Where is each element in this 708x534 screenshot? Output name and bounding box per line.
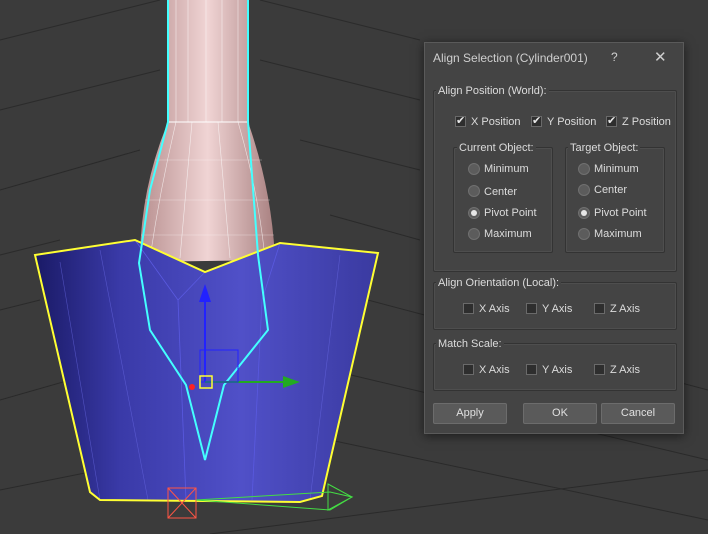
dialog-titlebar[interactable]: Align Selection (Cylinder001) ? ✕ bbox=[425, 43, 683, 73]
orientation-y-axis-checkbox[interactable] bbox=[526, 303, 537, 314]
current-pivot-point-radio[interactable] bbox=[468, 207, 480, 219]
y-position-checkbox[interactable]: ✔ bbox=[531, 115, 542, 127]
scale-y-axis-checkbox[interactable] bbox=[526, 364, 537, 375]
current-center-radio[interactable] bbox=[468, 185, 480, 197]
apply-button[interactable]: Apply bbox=[433, 403, 507, 424]
checkmark-icon: ✔ bbox=[532, 115, 542, 127]
scale-x-axis-label: X Axis bbox=[479, 364, 510, 376]
close-button[interactable]: ✕ bbox=[654, 48, 667, 66]
current-object-label: Current Object: bbox=[457, 142, 536, 154]
target-center-label: Center bbox=[594, 184, 628, 196]
target-maximum-label: Maximum bbox=[594, 228, 642, 240]
current-minimum-radio[interactable] bbox=[468, 163, 480, 175]
align-position-label: Align Position (World): bbox=[436, 85, 549, 97]
target-pivot-point-radio[interactable] bbox=[578, 207, 590, 219]
x-position-label: X Position bbox=[471, 116, 521, 128]
target-minimum-label: Minimum bbox=[594, 163, 639, 175]
help-button[interactable]: ? bbox=[611, 50, 618, 64]
current-minimum-label: Minimum bbox=[484, 163, 529, 175]
checkmark-icon: ✔ bbox=[456, 115, 466, 127]
x-position-checkbox[interactable]: ✔ bbox=[455, 115, 466, 127]
cancel-button[interactable]: Cancel bbox=[601, 403, 675, 424]
dialog-title: Align Selection (Cylinder001) bbox=[433, 51, 588, 65]
current-maximum-label: Maximum bbox=[484, 228, 532, 240]
current-center-label: Center bbox=[484, 186, 518, 198]
y-position-label: Y Position bbox=[547, 116, 597, 128]
scale-y-axis-label: Y Axis bbox=[542, 364, 573, 376]
scale-z-axis-checkbox[interactable] bbox=[594, 364, 605, 375]
current-pivot-point-label: Pivot Point bbox=[484, 207, 537, 219]
target-minimum-radio[interactable] bbox=[578, 163, 590, 175]
scale-x-axis-checkbox[interactable] bbox=[463, 364, 474, 375]
z-position-checkbox[interactable]: ✔ bbox=[606, 115, 617, 127]
target-object-label: Target Object: bbox=[568, 142, 641, 154]
match-scale-label: Match Scale: bbox=[436, 338, 504, 350]
target-maximum-radio[interactable] bbox=[578, 228, 590, 240]
align-orientation-label: Align Orientation (Local): bbox=[436, 277, 562, 289]
align-selection-dialog: Align Selection (Cylinder001) ? ✕ Align … bbox=[424, 42, 684, 434]
checkmark-icon: ✔ bbox=[607, 115, 617, 127]
orientation-x-axis-checkbox[interactable] bbox=[463, 303, 474, 314]
ok-button[interactable]: OK bbox=[523, 403, 597, 424]
scale-z-axis-label: Z Axis bbox=[610, 364, 640, 376]
target-center-radio[interactable] bbox=[578, 184, 590, 196]
cup-mesh bbox=[33, 238, 380, 504]
orientation-z-axis-checkbox[interactable] bbox=[594, 303, 605, 314]
orientation-z-axis-label: Z Axis bbox=[610, 303, 640, 315]
z-position-label: Z Position bbox=[622, 116, 671, 128]
target-pivot-point-label: Pivot Point bbox=[594, 207, 647, 219]
orientation-y-axis-label: Y Axis bbox=[542, 303, 573, 315]
orientation-x-axis-label: X Axis bbox=[479, 303, 510, 315]
current-maximum-radio[interactable] bbox=[468, 228, 480, 240]
